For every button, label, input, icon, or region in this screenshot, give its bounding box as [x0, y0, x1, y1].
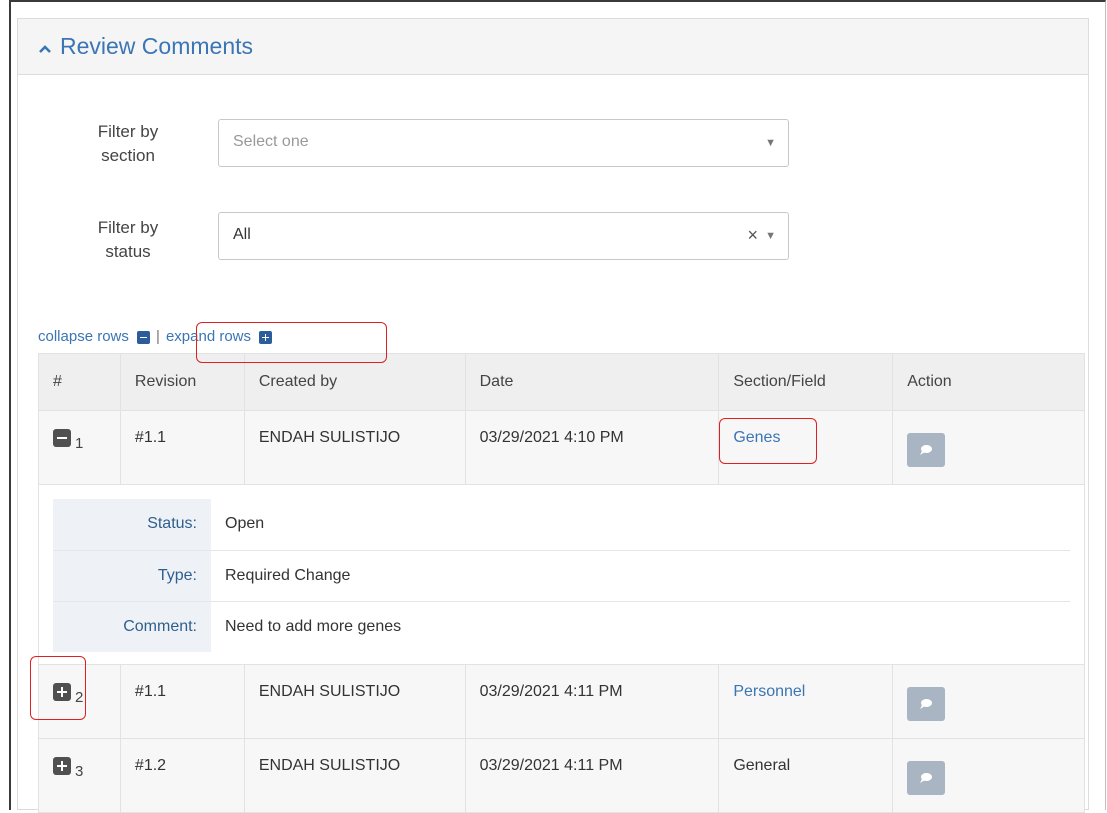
detail-type-value: Required Change — [211, 550, 1070, 602]
comment-bubble-icon — [920, 773, 933, 783]
date-cell: 03/29/2021 4:11 PM — [464, 738, 720, 813]
section-cell: General — [718, 738, 894, 813]
table-row: 3 #1.2 ENDAH SULISTIJO 03/29/2021 4:11 P… — [38, 738, 1085, 813]
column-header-section[interactable]: Section/Field — [718, 353, 894, 411]
column-header-number[interactable]: # — [38, 353, 121, 411]
clear-icon[interactable]: × — [747, 225, 758, 246]
column-header-created-by[interactable]: Created by — [243, 353, 466, 411]
comment-button[interactable] — [907, 433, 946, 467]
table-row: 2 #1.1 ENDAH SULISTIJO 03/29/2021 4:11 P… — [38, 664, 1085, 739]
table-row: 1 #1.1 ENDAH SULISTIJO 03/29/2021 4:10 P… — [38, 410, 1085, 485]
section-link-personnel[interactable]: Personnel — [733, 683, 805, 700]
collapse-rows-link[interactable]: collapse rows — [38, 328, 151, 345]
row-number: 2 — [75, 689, 84, 707]
created-by-cell: ENDAH SULISTIJO — [243, 664, 466, 739]
detail-type-row: Type: Required Change — [53, 550, 1070, 602]
filter-section-label-line2: section — [101, 146, 155, 165]
row-detail-table: Status: Open Type: Required Change Comme… — [53, 499, 1070, 652]
section-filter-placeholder: Select one — [233, 133, 309, 150]
caret-down-icon: ▼ — [765, 137, 776, 149]
toggle-separator: | — [156, 328, 160, 345]
table-header-row: # Revision Created by Date Section/Field… — [38, 353, 1085, 411]
section-filter-select[interactable]: Select one ▼ — [218, 119, 789, 167]
detail-comment-value: Need to add more genes — [225, 617, 402, 635]
collapse-rows-label: collapse rows — [38, 328, 129, 345]
filter-status-label: Filter by status — [84, 216, 172, 264]
panel-title[interactable]: Review Comments — [38, 33, 253, 60]
row-number-cell: 3 — [38, 738, 121, 813]
collapse-row-toggle-icon[interactable] — [53, 429, 71, 447]
filter-status-label-line1: Filter by — [97, 218, 159, 237]
review-comments-table: # Revision Created by Date Section/Field… — [38, 353, 1085, 813]
detail-status-value: Open — [211, 499, 1070, 551]
filter-section-label-line1: Filter by — [97, 122, 159, 141]
row-detail-cell: Status: Open Type: Required Change Comme… — [38, 484, 1085, 665]
created-by-cell: ENDAH SULISTIJO — [243, 410, 466, 485]
expand-row-toggle-icon[interactable] — [53, 683, 71, 701]
minus-square-icon — [137, 330, 151, 344]
expand-rows-link[interactable]: expand rows — [165, 328, 273, 345]
date-cell: 03/29/2021 4:10 PM — [464, 410, 720, 485]
expand-row-toggle-icon[interactable] — [53, 757, 71, 775]
expand-rows-label: expand rows — [165, 328, 252, 345]
action-cell — [892, 738, 1085, 813]
detail-type-label: Type: — [53, 550, 211, 602]
section-cell: Personnel — [718, 664, 894, 739]
detail-status-row: Status: Open — [53, 499, 1070, 551]
filter-section-label: Filter by section — [84, 120, 172, 168]
revision-cell: #1.1 — [119, 664, 245, 739]
comment-button[interactable] — [907, 687, 946, 721]
plus-square-icon — [259, 330, 273, 344]
created-by-cell: ENDAH SULISTIJO — [243, 738, 466, 813]
status-filter-value: All — [233, 226, 251, 243]
section-link-genes[interactable]: Genes — [733, 429, 780, 446]
comment-bubble-icon — [920, 445, 933, 455]
column-header-revision[interactable]: Revision — [119, 353, 245, 411]
column-header-action: Action — [892, 353, 1085, 411]
detail-comment-row: Comment: Need to add more genes — [53, 601, 1070, 652]
revision-cell: #1.1 — [119, 410, 245, 485]
row-number: 3 — [75, 763, 84, 781]
revision-cell: #1.2 — [119, 738, 245, 813]
detail-comment-label: Comment: — [53, 601, 211, 652]
comment-button[interactable] — [907, 761, 946, 795]
action-cell — [892, 410, 1085, 485]
comment-bubble-icon — [920, 699, 933, 709]
row-number-cell: 1 — [38, 410, 121, 485]
date-cell: 03/29/2021 4:11 PM — [464, 664, 720, 739]
column-header-date[interactable]: Date — [464, 353, 720, 411]
panel-header[interactable]: Review Comments — [18, 19, 1088, 75]
action-cell — [892, 664, 1085, 739]
caret-down-icon[interactable]: ▼ — [765, 230, 776, 242]
row-toggle-bar: collapse rows | expand rows — [38, 328, 273, 345]
filter-status-label-line2: status — [105, 242, 151, 261]
row-detail: Status: Open Type: Required Change Comme… — [38, 484, 1085, 665]
section-cell: Genes — [718, 410, 894, 485]
detail-status-label: Status: — [53, 499, 211, 551]
panel-title-text: Review Comments — [60, 33, 253, 59]
row-number-cell: 2 — [38, 664, 121, 739]
chevron-up-icon[interactable] — [38, 33, 52, 60]
status-filter-select[interactable]: All × ▼ — [218, 212, 789, 260]
row-number: 1 — [75, 435, 84, 453]
